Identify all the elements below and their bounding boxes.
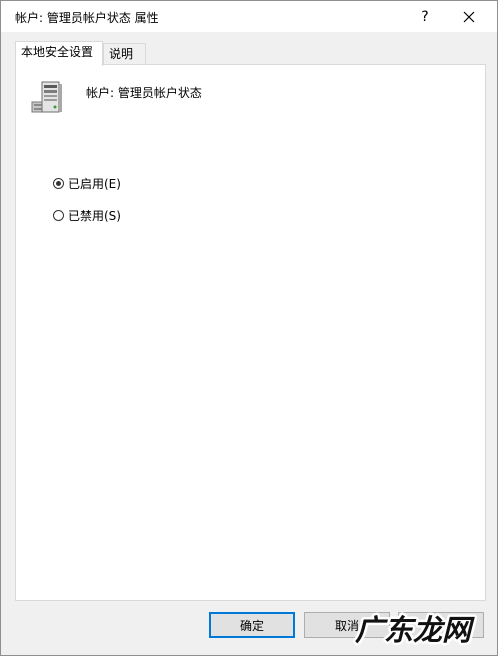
disabled-label: 已禁用(S): [68, 208, 121, 223]
watermark-logo: 广东龙网 广东龙网: [353, 611, 478, 650]
policy-name: 帐户: 管理员帐户状态: [86, 86, 202, 100]
close-button[interactable]: [447, 1, 491, 32]
enabled-label: 已启用(E): [68, 176, 121, 191]
tab-explain[interactable]: 说明: [103, 43, 146, 65]
server-tower-icon: [31, 81, 62, 113]
disabled-radio[interactable]: [53, 209, 64, 221]
tab-label: 说明: [109, 47, 134, 61]
enabled-radio-option[interactable]: 已启用(E): [53, 174, 121, 192]
tab-label: 本地安全设置: [21, 45, 94, 59]
ok-button[interactable]: 确定: [209, 612, 295, 638]
close-icon: [463, 11, 475, 22]
help-button[interactable]: ?: [403, 1, 447, 32]
help-icon: ?: [421, 8, 429, 25]
enabled-radio[interactable]: [53, 177, 64, 189]
window-title: 帐户: 管理员帐户状态 属性: [15, 11, 159, 25]
disabled-radio-option[interactable]: 已禁用(S): [53, 206, 121, 224]
ok-label: 确定: [239, 618, 264, 633]
properties-dialog: 帐户: 管理员帐户状态 属性 ? 本地安全设置 说明 帐户: 管理员帐户状态 已…: [0, 0, 498, 656]
watermark-text: 广东龙网: [355, 613, 475, 647]
tab-panel: 帐户: 管理员帐户状态 已启用(E) 已禁用(S): [15, 64, 486, 601]
title-bar[interactable]: 帐户: 管理员帐户状态 属性 ?: [1, 1, 497, 32]
tab-local-security-setting[interactable]: 本地安全设置: [15, 41, 103, 66]
